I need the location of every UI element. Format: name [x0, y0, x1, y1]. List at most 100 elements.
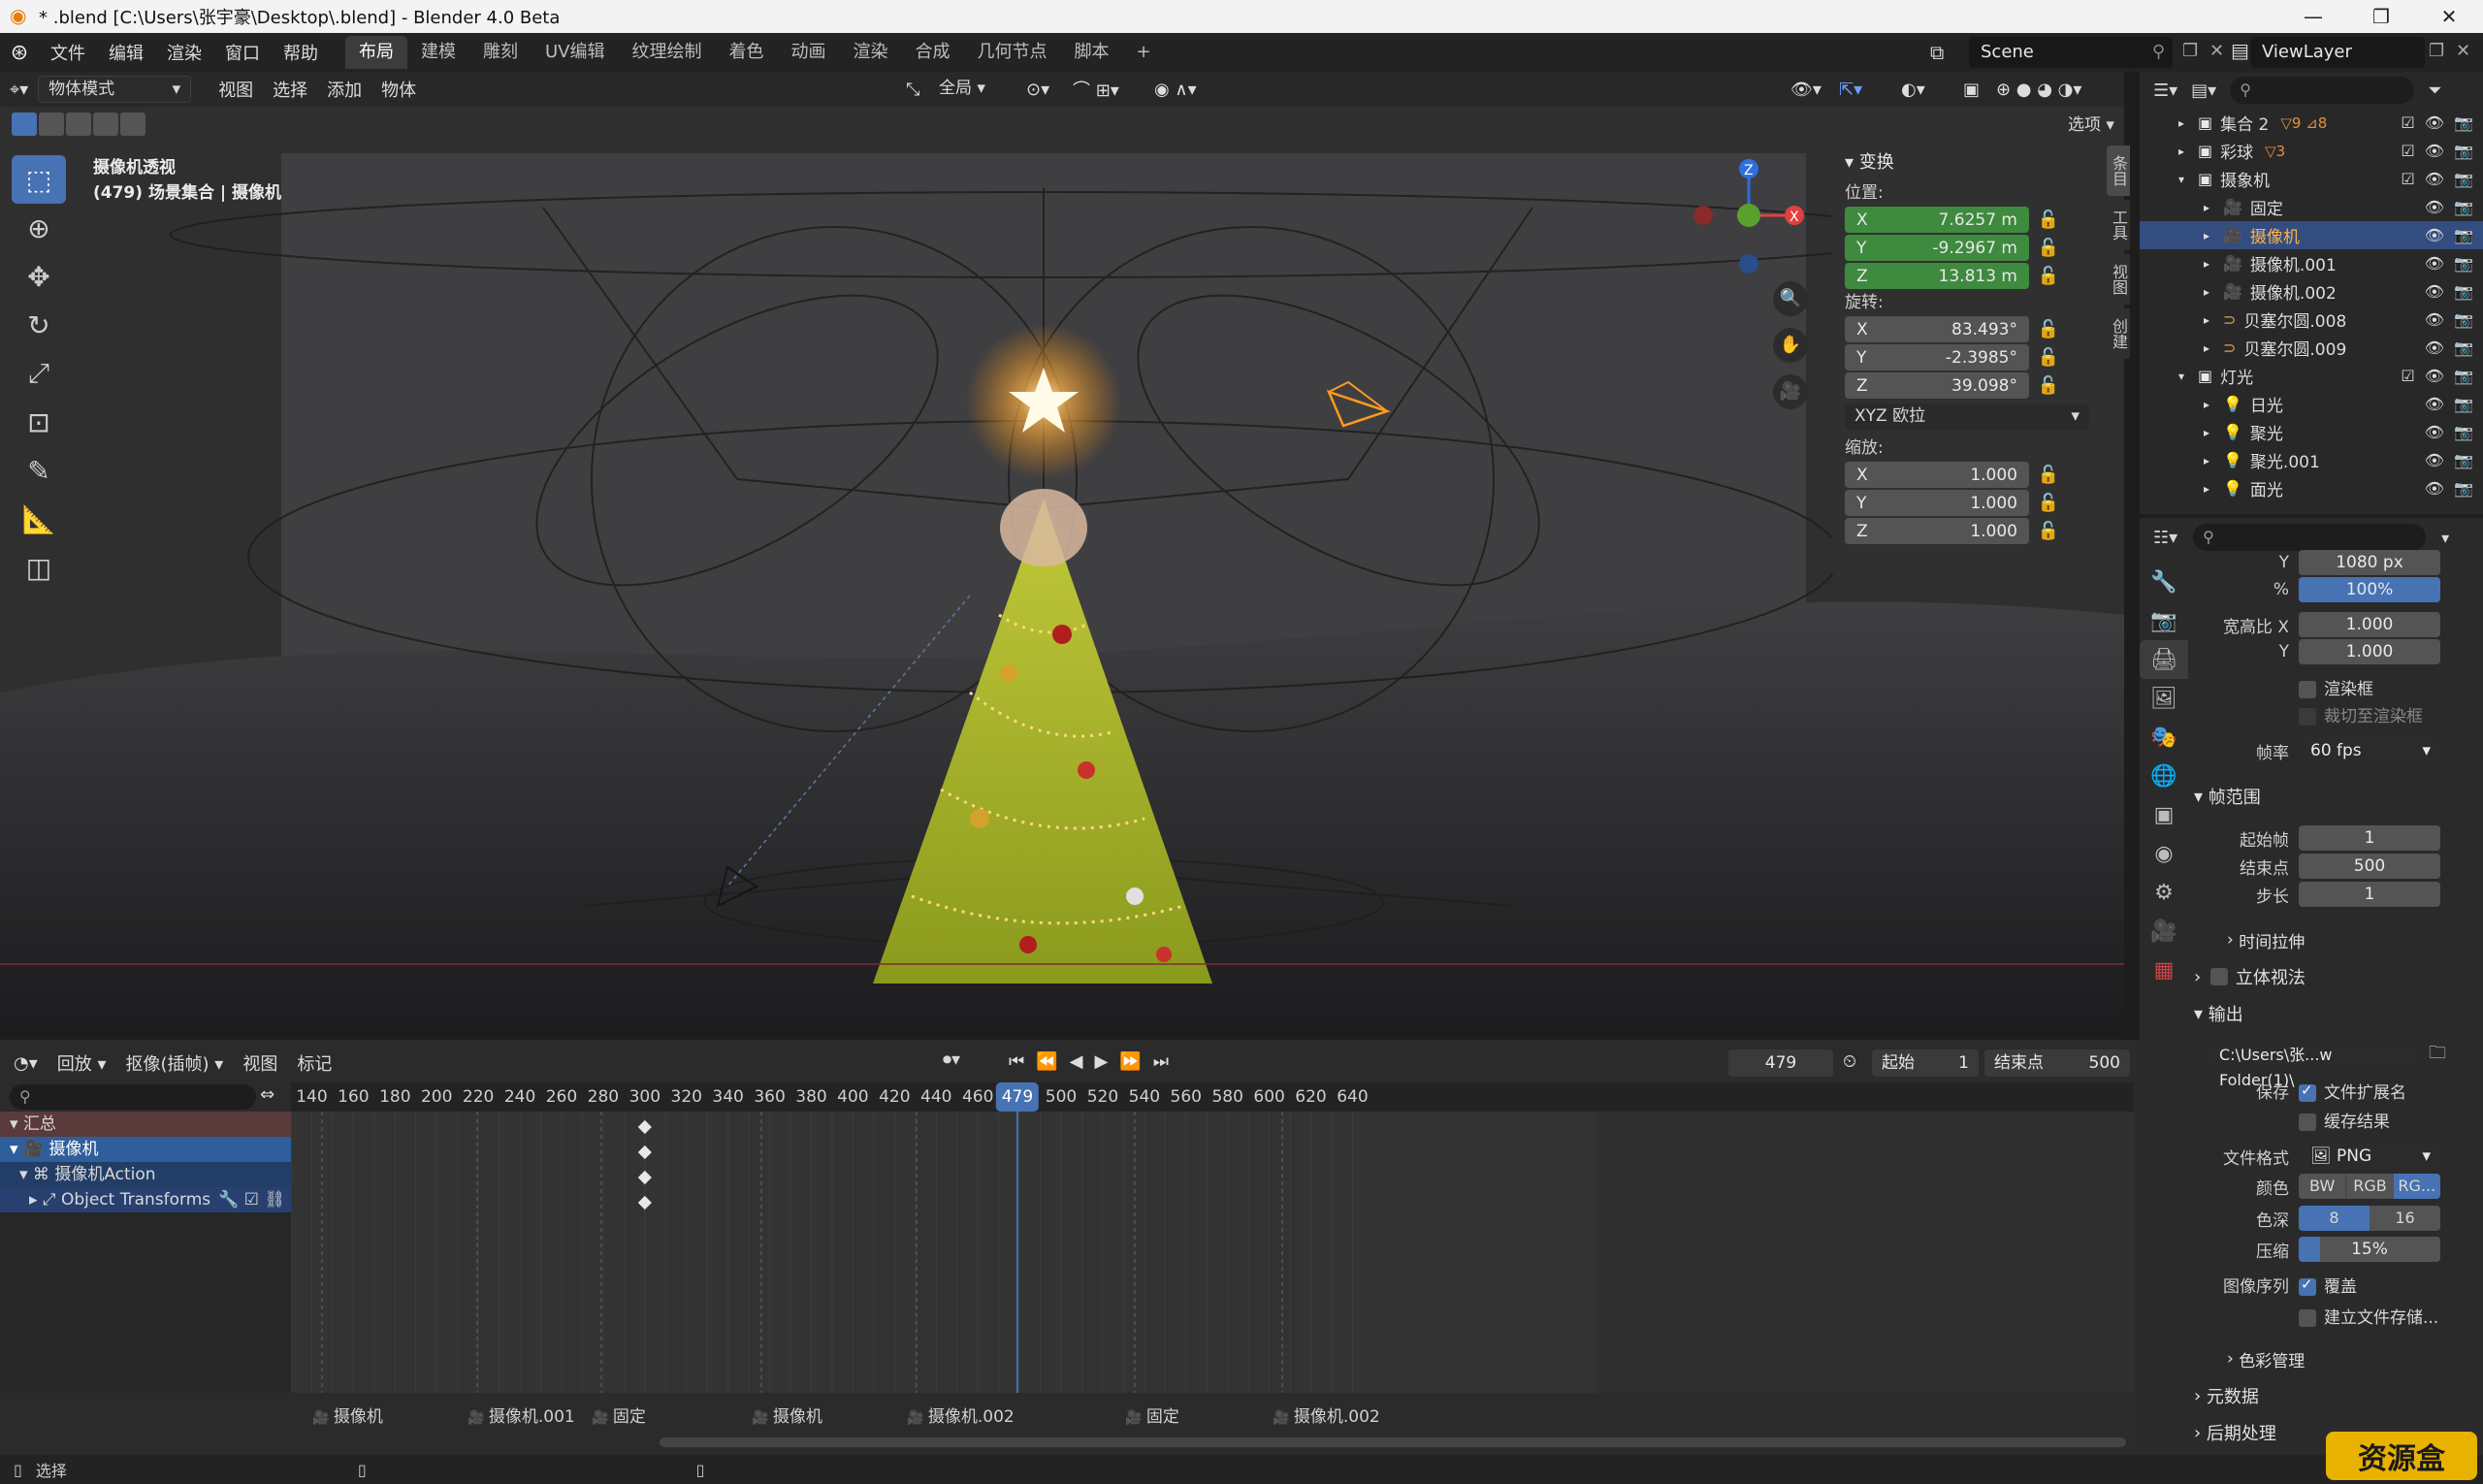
- output-header[interactable]: ▾ 输出: [2194, 999, 2466, 1028]
- tab-shading[interactable]: 着色: [716, 36, 778, 69]
- tab-rendering[interactable]: 渲染: [840, 36, 902, 69]
- disclosure-icon[interactable]: ▸: [2204, 426, 2223, 439]
- menu-marker[interactable]: 标记: [287, 1050, 341, 1076]
- timeline-marker[interactable]: 🎥 摄像机.002: [1273, 1403, 1380, 1427]
- tab-tool[interactable]: 工具: [2107, 200, 2130, 250]
- cache-result-checkbox[interactable]: 缓存结果: [2299, 1108, 2390, 1132]
- resolution-pct-field[interactable]: 100%: [2299, 577, 2440, 602]
- disclosure-icon[interactable]: ▸: [2204, 313, 2223, 327]
- rotate-icon[interactable]: ↻: [12, 301, 66, 349]
- frame-end-field[interactable]: 500: [2299, 854, 2440, 879]
- select-box-icon[interactable]: ⬚: [12, 155, 66, 204]
- outliner-item[interactable]: ▸ ⊃ 贝塞尔圆.008 👁 📷: [2140, 306, 2483, 334]
- prev-keyframe-icon[interactable]: ⏪: [1036, 1051, 1057, 1072]
- outliner-item[interactable]: ▸ ▣ 集合 2 ▽9 ⊿8 ☑ 👁 📷: [2140, 109, 2483, 137]
- tool-tab-icon[interactable]: 🔧: [2140, 563, 2188, 601]
- shading-modes-icon[interactable]: ⊕ ● ◕ ◑▾: [1986, 80, 2091, 100]
- resolution-y-field[interactable]: 1080 px: [2299, 550, 2440, 575]
- options-button[interactable]: 选项 ▾: [2068, 111, 2114, 135]
- outliner-search-input[interactable]: ⚲: [2230, 77, 2415, 104]
- eye-icon[interactable]: 👁: [2425, 451, 2444, 469]
- add-workspace-button[interactable]: +: [1123, 36, 1165, 69]
- menu-object[interactable]: 物体: [371, 77, 426, 102]
- outliner-item[interactable]: ▸ 🎥 摄像机 👁 📷: [2140, 221, 2483, 249]
- visibility-icon[interactable]: 👁▾: [1781, 80, 1831, 100]
- file-format-dropdown[interactable]: 🖼 PNG ▾: [2299, 1144, 2440, 1169]
- rotation-mode-dropdown[interactable]: XYZ 欧拉 ▾: [1845, 403, 2089, 430]
- eye-icon[interactable]: 👁: [2425, 367, 2444, 385]
- tab-compositing[interactable]: 合成: [902, 36, 964, 69]
- menu-view[interactable]: 视图: [209, 77, 263, 102]
- measure-icon[interactable]: 📐: [12, 495, 66, 543]
- file-extension-checkbox[interactable]: 文件扩展名: [2299, 1079, 2406, 1103]
- frame-step-field[interactable]: 1: [2299, 882, 2440, 907]
- object-data-tab-icon[interactable]: 🎥: [2140, 912, 2188, 951]
- render-camera-icon[interactable]: 📷: [2454, 113, 2473, 132]
- render-tab-icon[interactable]: 📷: [2140, 601, 2188, 640]
- time-stretch-header[interactable]: › 时间拉伸: [2227, 925, 2483, 954]
- timeline-marker[interactable]: 🎥 固定: [592, 1403, 646, 1427]
- lock-icon[interactable]: 🔓: [2029, 375, 2068, 396]
- current-frame-indicator[interactable]: 479: [995, 1082, 1040, 1112]
- color-bw-button[interactable]: BW: [2299, 1174, 2346, 1199]
- tab-geometry-nodes[interactable]: 几何节点: [964, 36, 1061, 69]
- disclosure-icon[interactable]: ▸: [2204, 229, 2223, 242]
- crop-checkbox[interactable]: 裁切至渲染框: [2299, 702, 2423, 726]
- tab-sculpt[interactable]: 雕刻: [469, 36, 532, 69]
- disclosure-icon[interactable]: ▸: [2204, 482, 2223, 496]
- channel-summary[interactable]: ▾ 汇总: [0, 1112, 291, 1137]
- frame-start-field[interactable]: 1: [2299, 825, 2440, 851]
- rotation-y-field[interactable]: Y -2.3985°: [1845, 344, 2029, 371]
- close-icon[interactable]: ✕: [2415, 0, 2483, 33]
- tab-uv[interactable]: UV编辑: [532, 36, 619, 69]
- eye-icon[interactable]: 👁: [2425, 254, 2444, 273]
- blender-menu-icon[interactable]: ⊛: [0, 41, 39, 65]
- camera-view-icon[interactable]: 🎥: [1773, 374, 1808, 409]
- placeholders-checkbox[interactable]: 建立文件存储...: [2299, 1304, 2438, 1328]
- physics-tab-icon[interactable]: ◉: [2140, 834, 2188, 873]
- outliner-item[interactable]: ▸ 💡 聚光.001 👁 📷: [2140, 446, 2483, 474]
- frame-range-header[interactable]: ▾ 帧范围: [2194, 782, 2466, 811]
- sync-icon[interactable]: ⇔: [260, 1084, 274, 1105]
- lock-icon[interactable]: 🔓: [2029, 521, 2068, 541]
- exclude-checkbox[interactable]: ☑: [2401, 113, 2414, 132]
- render-camera-icon[interactable]: 📷: [2454, 451, 2473, 469]
- lock-icon[interactable]: 🔓: [2029, 347, 2068, 368]
- select-extend-icon[interactable]: [39, 113, 64, 136]
- tab-texture-paint[interactable]: 纹理绘制: [619, 36, 716, 69]
- outliner-item[interactable]: ▾ ▣ 灯光 ☑ 👁 📷: [2140, 362, 2483, 390]
- pan-hand-icon[interactable]: ✋: [1773, 328, 1808, 363]
- disclosure-icon[interactable]: ▸: [2178, 145, 2198, 158]
- disclosure-icon[interactable]: ▸: [2204, 454, 2223, 468]
- new-scene-icon[interactable]: ❐: [2182, 41, 2198, 61]
- tab-scripting[interactable]: 脚本: [1061, 36, 1123, 69]
- jump-end-icon[interactable]: ⏭: [1153, 1051, 1169, 1072]
- viewlayer-selector[interactable]: ViewLayer: [2250, 37, 2425, 68]
- timeline-marker[interactable]: 🎥 固定: [1125, 1403, 1179, 1427]
- viewlayer-icon[interactable]: ▤: [2231, 39, 2249, 62]
- menu-window[interactable]: 窗口: [213, 40, 272, 65]
- lock-icon[interactable]: 🔓: [2029, 238, 2068, 258]
- outliner-item[interactable]: ▸ 🎥 固定 👁 📷: [2140, 193, 2483, 221]
- timeline-marker[interactable]: 🎥 摄像机.001: [468, 1403, 575, 1427]
- render-camera-icon[interactable]: 📷: [2454, 310, 2473, 329]
- world-tab-icon[interactable]: 🌐: [2140, 757, 2188, 795]
- properties-editor-icon[interactable]: ☷▾: [2153, 528, 2177, 548]
- remove-scene-icon[interactable]: ✕: [2209, 41, 2224, 61]
- output-tab-icon[interactable]: 🖨: [2140, 640, 2188, 679]
- eye-icon[interactable]: 👁: [2425, 226, 2444, 244]
- proportional-edit-icon[interactable]: ◉ ∧▾: [1145, 80, 1207, 100]
- xray-icon[interactable]: ▣: [1953, 80, 1989, 100]
- menu-select[interactable]: 选择: [263, 77, 317, 102]
- scale-z-field[interactable]: Z 1.000: [1845, 518, 2029, 544]
- exclude-checkbox[interactable]: ☑: [2401, 367, 2414, 385]
- render-camera-icon[interactable]: 📷: [2454, 395, 2473, 413]
- channel-object-transforms[interactable]: ▸ ⤢ Object Transforms 🔧 ☑ ⛓: [0, 1187, 291, 1212]
- eye-icon[interactable]: 👁: [2425, 142, 2444, 160]
- color-rgba-button[interactable]: RG...: [2393, 1174, 2440, 1199]
- transform-panel-header[interactable]: ▾ 变换: [1831, 145, 2105, 180]
- select-invert-icon[interactable]: [93, 113, 118, 136]
- 3d-viewport[interactable]: Z X: [0, 72, 2124, 1038]
- scene-selector[interactable]: Scene ⚲: [1969, 37, 2173, 68]
- start-frame-field[interactable]: 起始 1: [1872, 1049, 1979, 1077]
